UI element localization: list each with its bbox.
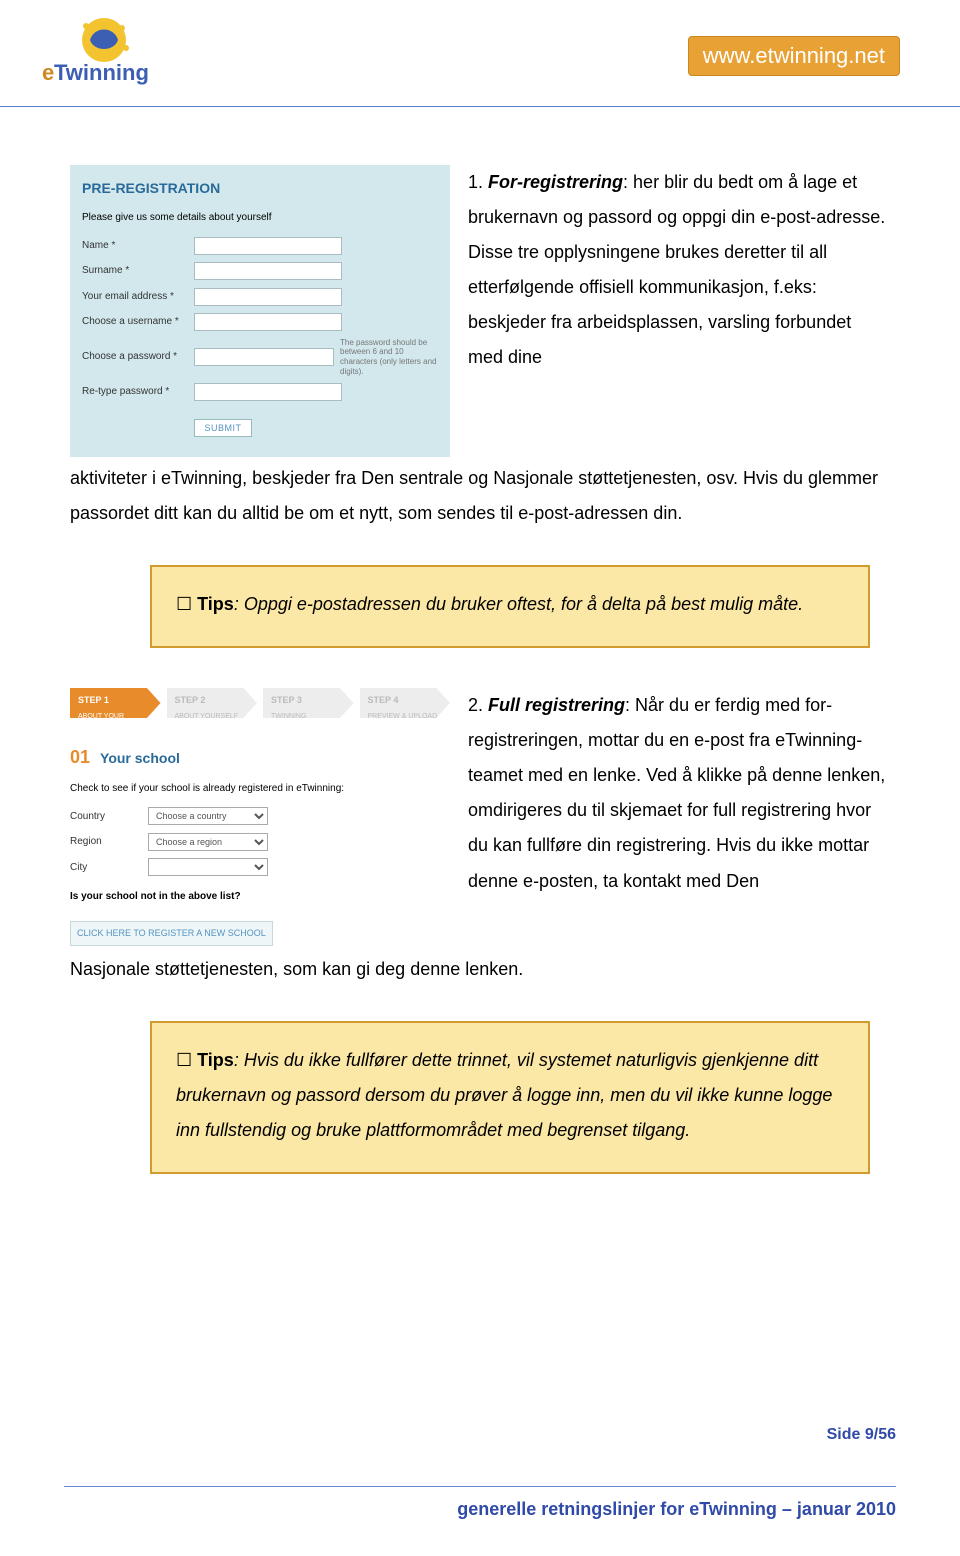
name-input[interactable] <box>194 237 342 255</box>
username-input[interactable] <box>194 313 342 331</box>
tips1-text: : Oppgi e-postadressen du bruker oftest,… <box>234 594 803 614</box>
step-4-chip[interactable]: STEP 4 PREVIEW & UPLOAD <box>360 688 451 718</box>
region-select[interactable]: Choose a region <box>148 833 268 851</box>
email-input[interactable] <box>194 288 342 306</box>
p2-num: 2. <box>468 695 488 715</box>
p2-title: Full registrering <box>488 695 625 715</box>
step1-title: STEP 1 <box>78 692 153 710</box>
step4-sub: PREVIEW & UPLOAD <box>368 710 443 724</box>
surname-input[interactable] <box>194 262 342 280</box>
pre-registration-form: PRE-REGISTRATION Please give us some det… <box>70 165 450 457</box>
step-1-chip[interactable]: STEP 1 ABOUT YOUR SCHOOL <box>70 688 161 718</box>
step2-sub: ABOUT YOURSELF <box>175 710 250 724</box>
paragraph-1-right: 1. For-registrering: her blir du bedt om… <box>468 165 890 457</box>
email-label: Your email address * <box>82 287 194 307</box>
password-input[interactable] <box>194 348 334 366</box>
register-new-school-link[interactable]: CLICK HERE TO REGISTER A NEW SCHOOL <box>70 921 273 947</box>
surname-label: Surname * <box>82 261 194 281</box>
page-header: e Twinning www.etwinning.net <box>0 0 960 107</box>
p1-rest: : her blir du bedt om å lage et brukerna… <box>468 172 885 367</box>
step-2-chip[interactable]: STEP 2 ABOUT YOURSELF <box>167 688 258 718</box>
school-question: Is your school not in the above list? <box>70 887 450 907</box>
school-step-number: 01 <box>70 740 90 775</box>
footer-title: generelle retningslinjer for eTwinning –… <box>64 1499 896 1520</box>
p1-num: 1. <box>468 172 488 192</box>
step4-title: STEP 4 <box>368 692 443 710</box>
svg-text:e: e <box>42 60 54 85</box>
p2-text: : Når du er ferdig med for-registreringe… <box>468 695 885 890</box>
tips1-label: Tips <box>197 594 234 614</box>
username-label: Choose a username * <box>82 312 194 332</box>
step1-sub: ABOUT YOUR SCHOOL <box>78 710 153 737</box>
name-label: Name * <box>82 236 194 256</box>
retype-input[interactable] <box>194 383 342 401</box>
svg-text:Twinning: Twinning <box>54 60 149 85</box>
school-subtitle: Check to see if your school is already r… <box>70 779 450 799</box>
paragraph-2-right: 2. Full registrering: Når du er ferdig m… <box>468 688 890 948</box>
city-label: City <box>70 858 148 878</box>
tips2-text: : Hvis du ikke fullfører dette trinnet, … <box>176 1050 832 1140</box>
main-content: PRE-REGISTRATION Please give us some det… <box>0 107 960 1174</box>
submit-button[interactable]: SUBMIT <box>194 419 252 437</box>
region-label: Region <box>70 832 148 852</box>
retype-label: Re-type password * <box>82 382 194 402</box>
country-select[interactable]: Choose a country <box>148 807 268 825</box>
city-select[interactable] <box>148 858 268 876</box>
page-footer: Side 9/56 generelle retningslinjer for e… <box>64 1426 896 1520</box>
password-hint: The password should be between 6 and 10 … <box>340 338 438 376</box>
step-3-chip[interactable]: STEP 3 TWINNING PREFERENCES <box>263 688 354 718</box>
p1-title: For-registrering <box>488 172 623 192</box>
registration-steps-figure: STEP 1 ABOUT YOUR SCHOOL STEP 2 ABOUT YO… <box>70 688 450 948</box>
page-number: Side 9/56 <box>64 1426 896 1444</box>
country-label: Country <box>70 807 148 827</box>
school-step-title: Your school <box>100 745 180 772</box>
etwinning-logo: e Twinning <box>42 12 172 100</box>
paragraph-2-continuation: Nasjonale støttetjenesten, som kan gi de… <box>70 952 890 987</box>
site-url-badge: www.etwinning.net <box>688 36 900 76</box>
password-label: Choose a password * <box>82 347 194 367</box>
tips-box-2: ☐ Tips: Hvis du ikke fullfører dette tri… <box>150 1021 870 1174</box>
tips-box-1: ☐ Tips: Oppgi e-postadressen du bruker o… <box>150 565 870 648</box>
form-title: PRE-REGISTRATION <box>82 175 438 202</box>
form-subtitle: Please give us some details about yourse… <box>82 208 438 228</box>
tips2-label: Tips <box>197 1050 234 1070</box>
step2-title: STEP 2 <box>175 692 250 710</box>
step3-sub: TWINNING PREFERENCES <box>271 710 346 737</box>
paragraph-1-continuation: aktiviteter i eTwinning, beskjeder fra D… <box>70 461 890 531</box>
step3-title: STEP 3 <box>271 692 346 710</box>
